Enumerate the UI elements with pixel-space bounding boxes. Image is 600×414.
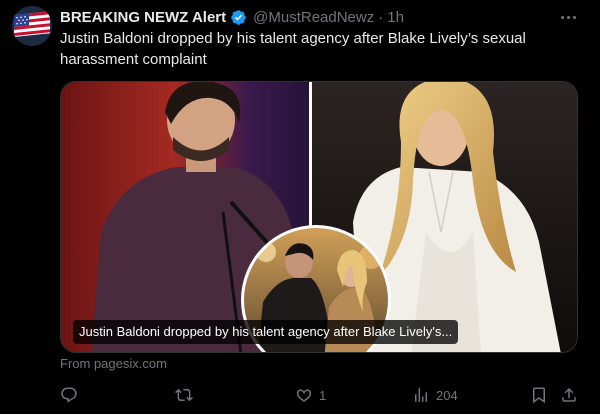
tweet-text: Justin Baldoni dropped by his talent age… bbox=[60, 30, 526, 68]
retweet-icon bbox=[175, 388, 193, 402]
views-chart-icon bbox=[415, 388, 427, 402]
us-flag-icon bbox=[12, 6, 52, 46]
bookmark-icon bbox=[533, 387, 545, 404]
reply-button[interactable] bbox=[60, 384, 84, 406]
dot-icon bbox=[566, 15, 570, 19]
card-image bbox=[61, 82, 577, 352]
more-options-button[interactable] bbox=[558, 9, 578, 25]
views-count: 204 bbox=[436, 387, 458, 403]
link-card[interactable]: Justin Baldoni dropped by his talent age… bbox=[60, 81, 578, 353]
views-button[interactable]: 204 bbox=[412, 384, 458, 406]
timestamp[interactable]: 1h bbox=[387, 9, 404, 26]
separator: · bbox=[378, 8, 384, 26]
dot-icon bbox=[572, 15, 576, 19]
avatar[interactable] bbox=[12, 6, 52, 46]
action-bar: 1 204 bbox=[60, 384, 580, 406]
bookmark-button[interactable] bbox=[530, 384, 548, 406]
tweet-header: BREAKING NEWZ Alert @MustReadNewz · 1h bbox=[60, 7, 404, 27]
share-icon bbox=[562, 387, 576, 402]
verified-badge-icon[interactable] bbox=[230, 9, 247, 26]
dot-icon bbox=[560, 15, 564, 19]
like-button[interactable]: 1 bbox=[295, 384, 326, 406]
handle[interactable]: @MustReadNewz bbox=[253, 9, 374, 26]
share-button[interactable] bbox=[560, 384, 578, 406]
retweet-button[interactable] bbox=[175, 384, 199, 406]
heart-icon bbox=[296, 389, 312, 402]
like-count: 1 bbox=[319, 387, 327, 403]
card-title[interactable]: Justin Baldoni dropped by his talent age… bbox=[73, 320, 459, 344]
reply-icon bbox=[61, 387, 77, 403]
card-source-link[interactable]: From pagesix.com bbox=[60, 356, 167, 371]
display-name[interactable]: BREAKING NEWZ Alert bbox=[60, 9, 226, 26]
